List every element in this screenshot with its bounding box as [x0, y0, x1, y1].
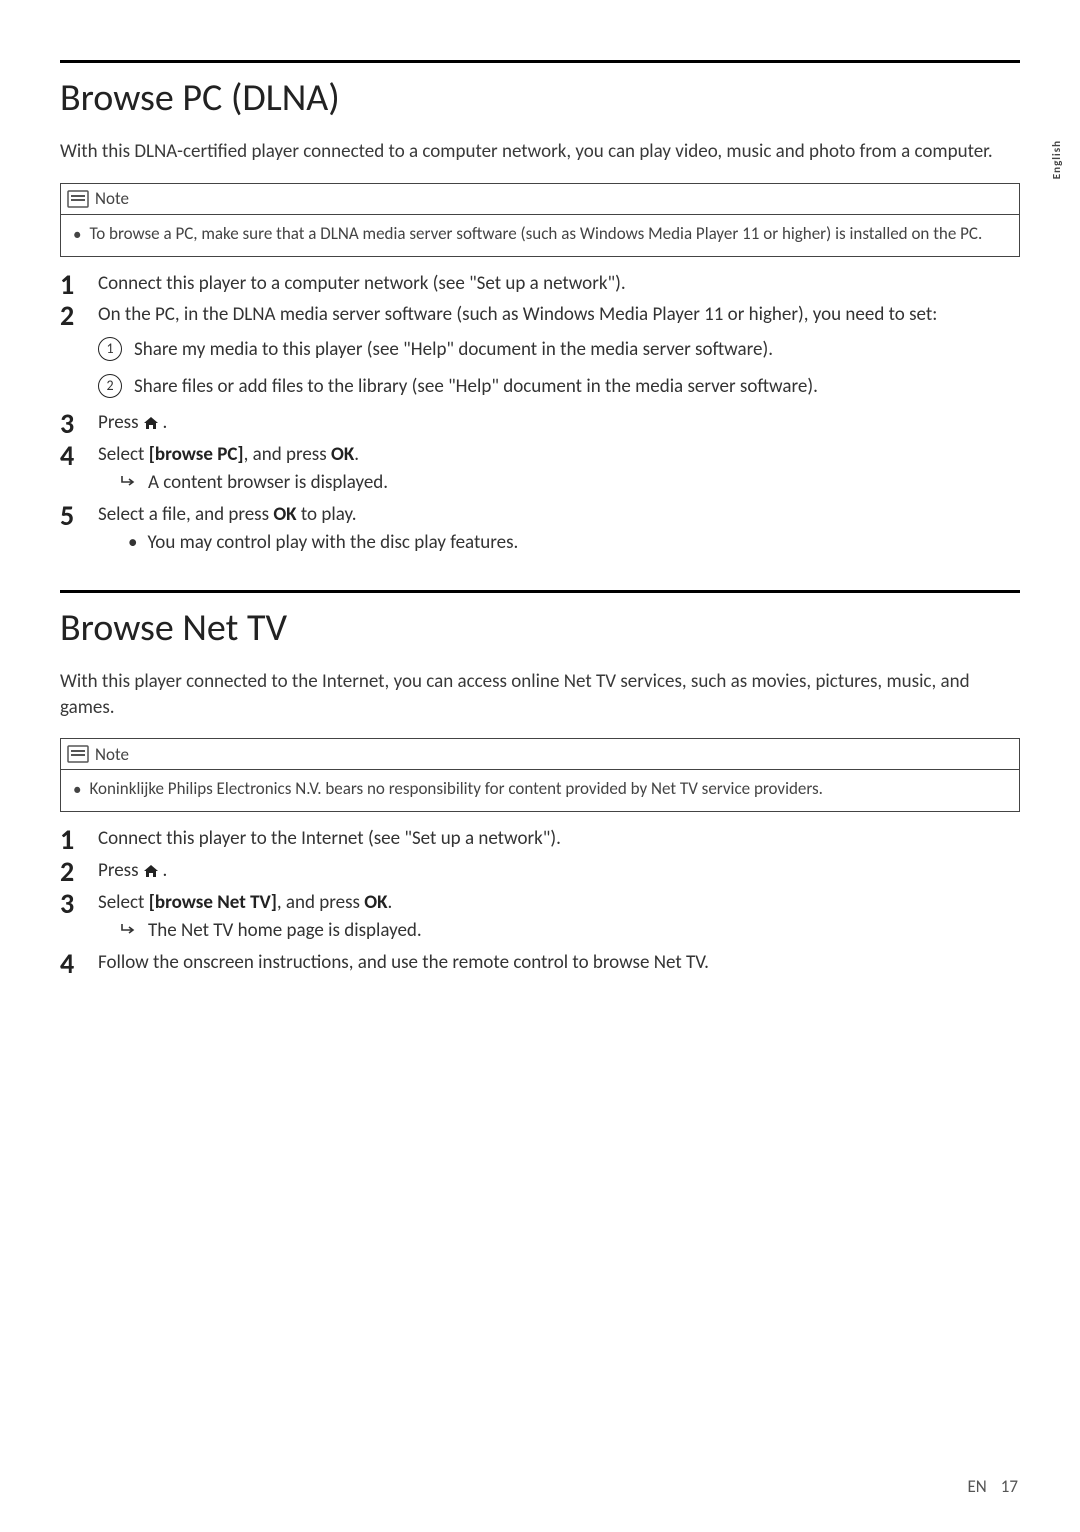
home-icon	[143, 415, 163, 434]
step-1-text: Connect this player to a computer networ…	[98, 272, 626, 295]
step-2: On the PC, in the DLNA media server soft…	[60, 302, 1020, 400]
footer-lang: EN	[967, 1476, 986, 1497]
nt-step-1-text: Connect this player to the Internet (see…	[98, 827, 561, 850]
step-5-prefix: Select a file, and press	[98, 503, 273, 526]
step-2-substeps: 1 Share my media to this player (see "Hel…	[98, 337, 1020, 400]
bullet-icon: •	[128, 530, 137, 557]
footer-page-number: 17	[1001, 1476, 1018, 1497]
substep-2: 2 Share files or add files to the library…	[98, 374, 1020, 401]
note-icon	[67, 188, 89, 210]
step-1: Connect this player to a computer networ…	[60, 271, 1020, 298]
note-header: Note	[61, 184, 1019, 215]
nt-step-4-text: Follow the onscreen instructions, and us…	[98, 951, 709, 974]
nt-step-2-prefix: Press	[98, 859, 143, 882]
note-box-browse-net-tv: Note • Koninklijke Philips Electronics N…	[60, 738, 1020, 812]
nt-step-3-mid: , and press	[277, 891, 364, 914]
step-3-suffix: .	[162, 411, 167, 434]
result-arrow-icon	[120, 918, 138, 945]
note-label: Note	[95, 188, 129, 209]
step-4-mid: , and press	[244, 443, 331, 466]
circle-num-1-icon: 1	[98, 337, 122, 361]
result-arrow-icon	[120, 470, 138, 497]
step-5: Select a file, and press OK to play. • Y…	[60, 502, 1020, 557]
note-body: • To browse a PC, make sure that a DLNA …	[61, 215, 1019, 256]
page-footer: EN 17	[967, 1476, 1080, 1497]
nt-step-3-suffix: .	[388, 891, 393, 914]
note-icon	[67, 743, 89, 765]
step-4-suffix: .	[354, 443, 359, 466]
step-5-bullet-line: • You may control play with the disc pla…	[98, 530, 1020, 557]
step-4-prefix: Select	[98, 443, 149, 466]
bullet-icon: •	[73, 224, 81, 246]
nt-step-2: Press .	[60, 858, 1020, 885]
nt-step-3: Select [browse Net TV], and press OK. Th…	[60, 890, 1020, 945]
step-3-prefix: Press	[98, 411, 143, 434]
note-header-2: Note	[61, 739, 1019, 770]
steps-browse-net-tv: Connect this player to the Internet (see…	[60, 826, 1020, 976]
circle-num-2-icon: 2	[98, 374, 122, 398]
step-4-label: [browse PC]	[149, 443, 244, 466]
note-text-2: Koninklijke Philips Electronics N.V. bea…	[89, 778, 823, 801]
step-2-lead: On the PC, in the DLNA media server soft…	[98, 303, 937, 326]
note-box-browse-pc: Note • To browse a PC, make sure that a …	[60, 183, 1020, 257]
page-content: Browse PC (DLNA) With this DLNA-certifie…	[0, 0, 1080, 1031]
nt-step-1: Connect this player to the Internet (see…	[60, 826, 1020, 853]
step-4-result-line: A content browser is displayed.	[98, 470, 1020, 497]
step-4-result-text: A content browser is displayed.	[148, 470, 388, 497]
section-title-browse-pc: Browse PC (DLNA)	[60, 75, 1020, 121]
note-label-2: Note	[95, 744, 129, 765]
substep-2-text: Share files or add files to the library …	[134, 375, 818, 398]
nt-step-3-result-line: The Net TV home page is displayed.	[98, 918, 1020, 945]
nt-step-2-suffix: .	[162, 859, 167, 882]
step-4: Select [browse PC], and press OK. A cont…	[60, 442, 1020, 497]
bullet-icon: •	[73, 779, 81, 801]
nt-step-3-result-text: The Net TV home page is displayed.	[148, 918, 422, 945]
step-5-ok: OK	[273, 503, 296, 526]
home-icon	[143, 863, 163, 882]
step-4-ok: OK	[331, 443, 354, 466]
note-text: To browse a PC, make sure that a DLNA me…	[89, 223, 982, 246]
intro-browse-pc: With this DLNA-certified player connecte…	[60, 139, 1020, 165]
step-5-bullet-text: You may control play with the disc play …	[147, 530, 518, 557]
intro-browse-net-tv: With this player connected to the Intern…	[60, 669, 1020, 720]
nt-step-3-label: [browse Net TV]	[149, 891, 277, 914]
section-divider-top-2	[60, 590, 1020, 593]
step-3: Press .	[60, 410, 1020, 437]
section-title-browse-net-tv: Browse Net TV	[60, 605, 1020, 651]
section-divider-top	[60, 60, 1020, 63]
nt-step-4: Follow the onscreen instructions, and us…	[60, 950, 1020, 977]
side-language-label: English	[1050, 140, 1063, 179]
nt-step-3-prefix: Select	[98, 891, 149, 914]
substep-1: 1 Share my media to this player (see "Hel…	[98, 337, 1020, 364]
step-5-suffix: to play.	[297, 503, 357, 526]
nt-step-3-ok: OK	[364, 891, 387, 914]
substep-1-text: Share my media to this player (see "Help…	[134, 338, 773, 361]
note-body-2: • Koninklijke Philips Electronics N.V. b…	[61, 770, 1019, 811]
steps-browse-pc: Connect this player to a computer networ…	[60, 271, 1020, 557]
